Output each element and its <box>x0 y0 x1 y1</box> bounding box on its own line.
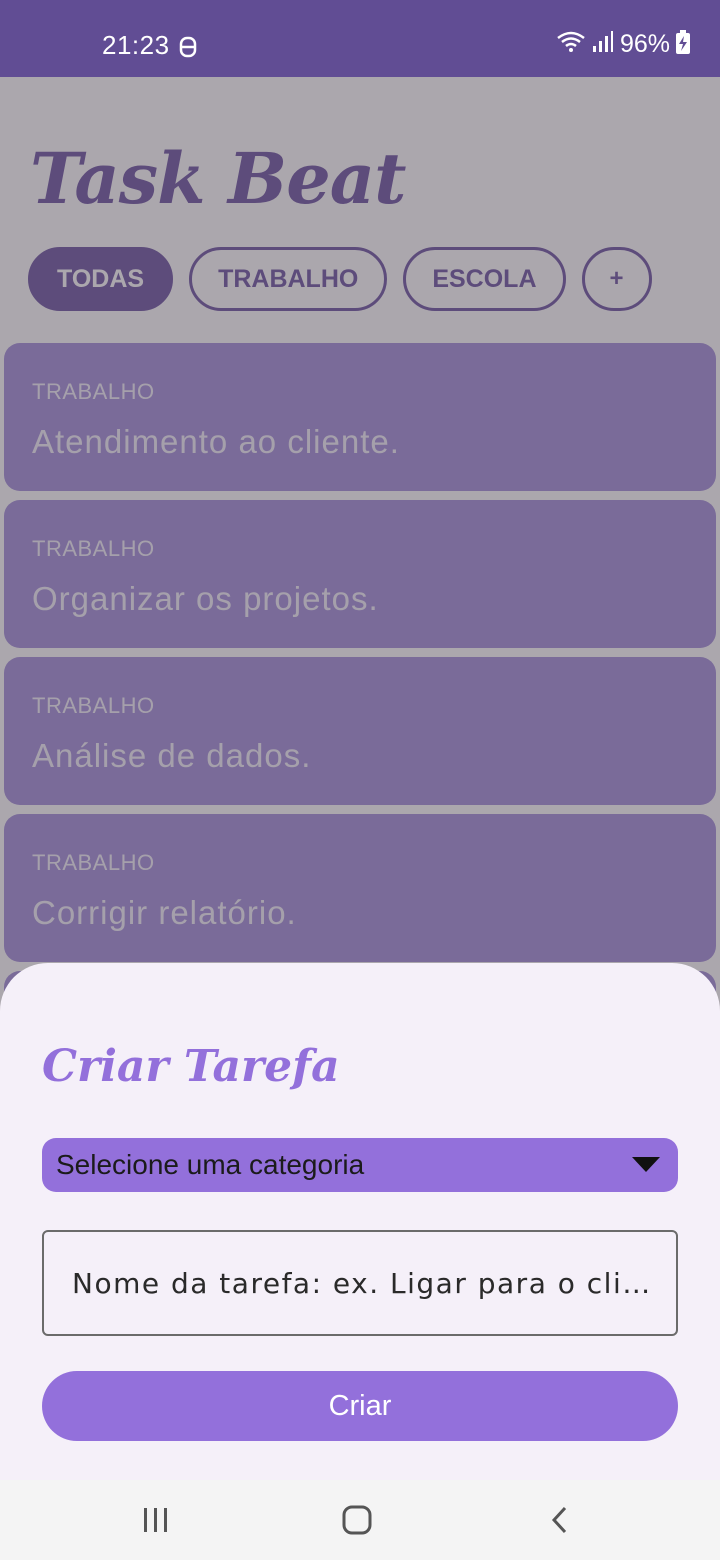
category-select[interactable]: Selecione uma categoria <box>42 1138 678 1192</box>
navigation-bar <box>0 1480 720 1560</box>
create-task-sheet: Criar Tarefa Selecione uma categoria Cri… <box>0 963 720 1480</box>
status-bar: 21:23 96% <box>0 0 720 77</box>
notification-icon <box>178 36 198 58</box>
battery-charging-icon <box>676 30 690 59</box>
signal-icon <box>592 30 614 59</box>
back-icon[interactable] <box>540 1500 580 1540</box>
battery-percentage: 96% <box>619 30 670 58</box>
status-time: 21:23 <box>102 30 170 60</box>
category-select-value: Selecione uma categoria <box>56 1149 365 1180</box>
task-name-input[interactable] <box>42 1230 678 1336</box>
recent-apps-icon[interactable] <box>136 1500 176 1540</box>
create-button[interactable]: Criar <box>42 1371 678 1441</box>
wifi-icon <box>556 30 586 59</box>
sheet-title: Criar Tarefa <box>42 1041 340 1092</box>
home-icon[interactable] <box>337 1500 377 1540</box>
status-icons: 96% <box>556 30 690 59</box>
dropdown-arrow-icon <box>632 1157 660 1172</box>
